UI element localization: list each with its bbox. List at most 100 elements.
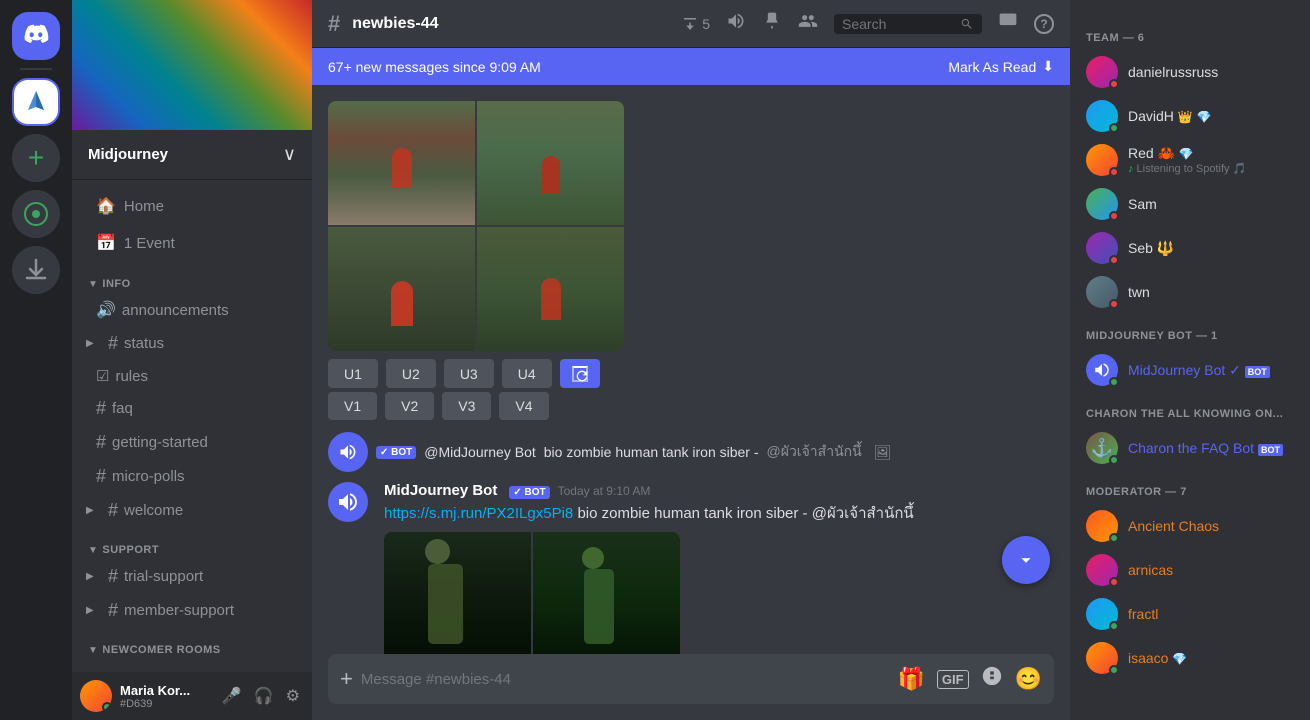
- user-avatar: [80, 680, 112, 712]
- hash-icon: #: [96, 432, 106, 453]
- member-avatar-ancient-chaos: [1086, 510, 1118, 542]
- channel-welcome[interactable]: ▶ # welcome: [80, 494, 304, 527]
- channel-member-support[interactable]: ▶ # member-support: [80, 594, 304, 627]
- verified-icon: ✓: [1229, 362, 1241, 378]
- u2-button[interactable]: U2: [386, 359, 436, 388]
- message-group-bot: MidJourney Bot ✓ BOT Today at 9:10 AM ht…: [328, 480, 1054, 654]
- search-bar[interactable]: [834, 14, 982, 34]
- member-red[interactable]: Red 🦀 💎 ♪ Listening to Spotify 🎵: [1078, 138, 1302, 182]
- help-icon[interactable]: ?: [1034, 14, 1054, 34]
- zombie-cell-1: [384, 532, 531, 654]
- user-mic-button[interactable]: 🎤: [218, 682, 246, 710]
- status-dot: [1109, 533, 1119, 543]
- member-name-area: fractl: [1128, 606, 1294, 622]
- add-server-icon[interactable]: +: [12, 134, 60, 182]
- hash-icon: #: [108, 566, 118, 587]
- v1-button[interactable]: V1: [328, 392, 377, 420]
- nav-event[interactable]: 📅 1 Event: [80, 225, 304, 261]
- member-isaaco[interactable]: isaaco 💎: [1078, 636, 1302, 680]
- u1-button[interactable]: U1: [328, 359, 378, 388]
- button-row-v: V1 V2 V3 V4: [328, 392, 1054, 420]
- channel-header-name: newbies-44: [352, 15, 438, 33]
- channel-trial-support[interactable]: ▶ # trial-support: [80, 560, 304, 593]
- members-count-icon[interactable]: 5: [681, 15, 710, 33]
- member-fractl[interactable]: fractl: [1078, 592, 1302, 636]
- channel-welcome-label: welcome: [124, 502, 183, 519]
- gif-button[interactable]: GIF: [937, 670, 969, 689]
- server-name-bar[interactable]: Midjourney ∨: [72, 130, 312, 180]
- refresh-button[interactable]: [560, 359, 600, 388]
- status-dot: [1109, 455, 1119, 465]
- mute-icon[interactable]: [726, 11, 746, 37]
- category-info[interactable]: ▼ INFO: [72, 262, 312, 294]
- member-avatar-seb: [1086, 232, 1118, 264]
- spotify-icon: ♪: [1128, 163, 1134, 175]
- channel-rules[interactable]: ☑ rules: [80, 361, 304, 391]
- v4-button[interactable]: V4: [499, 392, 548, 420]
- user-headset-button[interactable]: 🎧: [250, 682, 278, 710]
- members-count: 5: [702, 16, 710, 32]
- server-banner: [72, 0, 312, 130]
- discord-home-icon[interactable]: [12, 12, 60, 60]
- user-panel: Maria Kor... #D639 🎤 🎧 ⚙: [72, 672, 312, 720]
- messages-area[interactable]: U1 U2 U3 U4 V1 V2 V3 V4: [312, 85, 1070, 654]
- member-name-area: MidJourney Bot ✓ BOT: [1128, 362, 1294, 379]
- inbox-icon[interactable]: [998, 11, 1018, 37]
- message-input[interactable]: [361, 660, 890, 699]
- member-arnicas[interactable]: arnicas: [1078, 548, 1302, 592]
- member-sam[interactable]: Sam: [1078, 182, 1302, 226]
- channel-announcements[interactable]: 🔊 announcements: [80, 294, 304, 326]
- u3-button[interactable]: U3: [444, 359, 494, 388]
- channel-micro-polls[interactable]: # micro-polls: [80, 460, 304, 493]
- status-dot: [1109, 211, 1119, 221]
- member-name: arnicas: [1128, 562, 1294, 578]
- member-ancient-chaos[interactable]: Ancient Chaos: [1078, 504, 1302, 548]
- gift-icon[interactable]: 🎁: [898, 666, 925, 692]
- category-newcomer-rooms[interactable]: ▼ NEWCOMER ROOMS: [72, 628, 312, 660]
- member-name: Sam: [1128, 196, 1294, 212]
- v2-button[interactable]: V2: [385, 392, 434, 420]
- midjourney-server-icon[interactable]: [12, 78, 60, 126]
- chat-input-actions: 🎁 GIF 😊: [898, 665, 1042, 693]
- member-name: Charon the FAQ Bot BOT: [1128, 440, 1294, 456]
- channel-faq[interactable]: # faq: [80, 392, 304, 425]
- u4-button[interactable]: U4: [502, 359, 552, 388]
- channel-status[interactable]: ▶ # status: [80, 327, 304, 360]
- pin-icon[interactable]: [762, 11, 782, 37]
- server-list: +: [0, 0, 72, 720]
- emoji-button[interactable]: 😊: [1015, 666, 1042, 692]
- explore-icon[interactable]: [12, 190, 60, 238]
- category-support-label: SUPPORT: [102, 544, 159, 556]
- member-twn[interactable]: twn: [1078, 270, 1302, 314]
- status-dot: [1109, 299, 1119, 309]
- channel-micro-polls-label: micro-polls: [112, 468, 185, 485]
- mark-as-read-button[interactable]: Mark As Read ⬇: [948, 58, 1054, 75]
- member-name: Seb 🔱: [1128, 240, 1294, 257]
- member-midjourney-bot[interactable]: MidJourney Bot ✓ BOT: [1078, 348, 1302, 392]
- member-sidebar: TEAM — 6 danielrussruss DavidH 👑 💎 Red 🦀…: [1070, 0, 1310, 720]
- member-name-area: Sam: [1128, 196, 1294, 212]
- status-dot: [1109, 167, 1119, 177]
- v3-button[interactable]: V3: [442, 392, 491, 420]
- collapse-arrow-icon: ▶: [86, 605, 94, 616]
- nav-home[interactable]: 🏠 Home: [80, 188, 304, 224]
- member-list-icon[interactable]: [798, 11, 818, 37]
- scroll-to-bottom-button[interactable]: [1002, 536, 1050, 584]
- member-seb[interactable]: Seb 🔱: [1078, 226, 1302, 270]
- user-settings-button[interactable]: ⚙: [282, 682, 304, 710]
- channel-rules-label: rules: [115, 368, 148, 385]
- message-link[interactable]: https://s.mj.run/PX2ILgx5Pi8: [384, 505, 573, 522]
- mark-read-icon: ⬇: [1042, 58, 1054, 75]
- member-avatar-mj-bot: [1086, 354, 1118, 386]
- member-avatar-twn: [1086, 276, 1118, 308]
- member-danielrussruss[interactable]: danielrussruss: [1078, 50, 1302, 94]
- member-avatar-charon: ⚓: [1086, 432, 1118, 464]
- member-davidh[interactable]: DavidH 👑 💎: [1078, 94, 1302, 138]
- add-attachment-button[interactable]: +: [340, 654, 353, 704]
- search-input[interactable]: [842, 16, 954, 32]
- channel-getting-started[interactable]: # getting-started: [80, 426, 304, 459]
- category-support[interactable]: ▼ SUPPORT: [72, 528, 312, 560]
- member-charon-bot[interactable]: ⚓ Charon the FAQ Bot BOT: [1078, 426, 1302, 470]
- download-icon[interactable]: [12, 246, 60, 294]
- sticker-icon[interactable]: [981, 665, 1003, 693]
